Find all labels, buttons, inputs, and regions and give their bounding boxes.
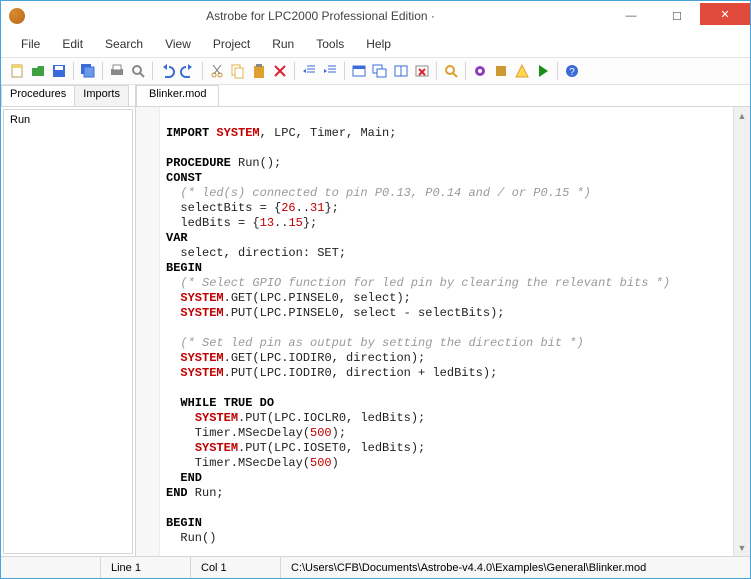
status-line: Line 1: [101, 557, 191, 578]
warn-icon[interactable]: [512, 61, 532, 81]
app-icon: [9, 8, 25, 24]
open-icon[interactable]: [28, 61, 48, 81]
redo-icon[interactable]: [178, 61, 198, 81]
preview-icon[interactable]: [128, 61, 148, 81]
editor-tab[interactable]: Blinker.mod: [136, 85, 219, 106]
menu-edit[interactable]: Edit: [52, 35, 93, 53]
status-blank: [1, 557, 101, 578]
menu-tools[interactable]: Tools: [306, 35, 354, 53]
procedures-list[interactable]: Run: [3, 109, 133, 554]
outdent-icon[interactable]: [299, 61, 319, 81]
window2-icon[interactable]: [370, 61, 390, 81]
toolbar: ?: [1, 57, 750, 85]
save-icon[interactable]: [49, 61, 69, 81]
help-icon[interactable]: ?: [562, 61, 582, 81]
status-path: C:\Users\CFB\Documents\Astrobe-v4.4.0\Ex…: [281, 557, 750, 578]
titlebar: Astrobe for LPC2000 Professional Edition…: [1, 1, 750, 31]
windowx-icon[interactable]: [412, 61, 432, 81]
menu-project[interactable]: Project: [203, 35, 260, 53]
menu-view[interactable]: View: [155, 35, 201, 53]
undo-icon[interactable]: [157, 61, 177, 81]
indent-icon[interactable]: [320, 61, 340, 81]
menubar: File Edit Search View Project Run Tools …: [1, 31, 750, 57]
tab-procedures[interactable]: Procedures: [1, 85, 75, 106]
svg-text:?: ?: [569, 67, 575, 78]
side-tabs: Procedures Imports: [1, 85, 135, 107]
play-icon[interactable]: [533, 61, 553, 81]
menu-search[interactable]: Search: [95, 35, 153, 53]
delete-icon[interactable]: [270, 61, 290, 81]
copy-icon[interactable]: [228, 61, 248, 81]
print-icon[interactable]: [107, 61, 127, 81]
cut-icon[interactable]: [207, 61, 227, 81]
code-area[interactable]: IMPORT SYSTEM, LPC, Timer, Main; PROCEDU…: [160, 107, 733, 556]
new-icon[interactable]: [7, 61, 27, 81]
paste-icon[interactable]: [249, 61, 269, 81]
vertical-scrollbar[interactable]: ▲ ▼: [733, 107, 750, 556]
saveall-icon[interactable]: [78, 61, 98, 81]
window-buttons: — ☐ ✕: [608, 3, 750, 29]
minimize-button[interactable]: —: [608, 3, 654, 29]
maximize-button[interactable]: ☐: [654, 3, 700, 29]
close-button[interactable]: ✕: [700, 3, 750, 25]
window3-icon[interactable]: [391, 61, 411, 81]
window-title: Astrobe for LPC2000 Professional Edition…: [33, 9, 608, 23]
scroll-up-icon[interactable]: ▲: [734, 107, 750, 124]
side-panel: Procedures Imports Run: [1, 85, 136, 556]
editor: IMPORT SYSTEM, LPC, Timer, Main; PROCEDU…: [136, 107, 750, 556]
menu-run[interactable]: Run: [262, 35, 304, 53]
editor-tabs: Blinker.mod: [136, 85, 750, 107]
gear-icon[interactable]: [470, 61, 490, 81]
workarea: Procedures Imports Run Blinker.mod IMPOR…: [1, 85, 750, 556]
editor-panel: Blinker.mod IMPORT SYSTEM, LPC, Timer, M…: [136, 85, 750, 556]
tab-imports[interactable]: Imports: [74, 85, 129, 106]
window1-icon[interactable]: [349, 61, 369, 81]
status-col: Col 1: [191, 557, 281, 578]
build-icon[interactable]: [491, 61, 511, 81]
gutter: [136, 107, 160, 556]
list-item[interactable]: Run: [10, 114, 126, 126]
menu-help[interactable]: Help: [356, 35, 401, 53]
find-icon[interactable]: [441, 61, 461, 81]
menu-file[interactable]: File: [11, 35, 50, 53]
statusbar: Line 1 Col 1 C:\Users\CFB\Documents\Astr…: [1, 556, 750, 578]
scroll-down-icon[interactable]: ▼: [734, 539, 750, 556]
